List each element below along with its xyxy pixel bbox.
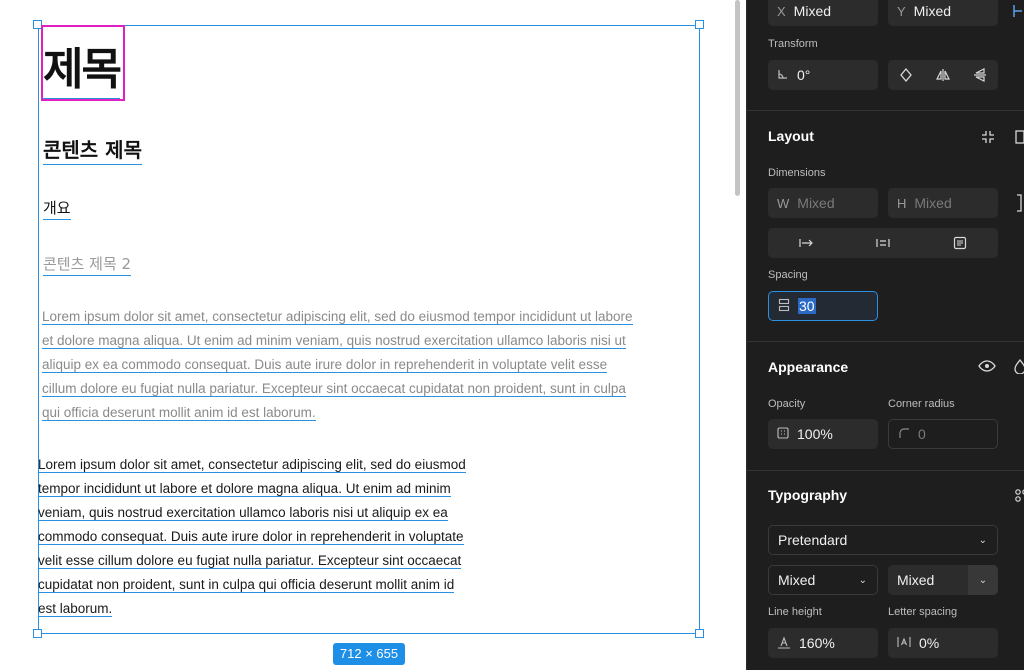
chevron-down-icon: ⌄ [858,574,867,586]
selection-size-label: 712 × 655 [333,643,405,665]
fixed-width-icon[interactable] [768,228,845,258]
typography-section-title: Typography [768,487,848,503]
letter-spacing-value: 0% [919,635,940,651]
hug-contents-icon[interactable] [845,228,922,258]
x-value: Mixed [793,3,832,19]
height-value: Mixed [914,195,952,211]
text-styles-icon[interactable] [1013,486,1024,504]
text-line: velit esse cillum dolore eu fugiat nulla… [38,553,462,569]
font-size-select[interactable]: Mixed ⌄ [888,565,998,595]
layout-section-title: Layout [768,128,814,144]
transform-actions [888,60,998,90]
line-height-value: 160% [799,635,835,651]
font-family-select[interactable]: Pretendard ⌄ [768,525,998,555]
font-size-value: Mixed [897,572,935,588]
text-line: cupidatat non proident, sunt in culpa qu… [38,577,455,593]
corner-radius-field[interactable]: 0 [888,419,998,449]
chevron-down-icon[interactable]: ⌄ [968,565,998,595]
blend-mode-icon[interactable] [1013,357,1024,375]
resize-handle-bottom-left[interactable] [33,629,42,638]
constraints-icon[interactable] [1011,2,1024,20]
angle-icon [777,68,789,83]
corner-radius-label: Corner radius [888,398,955,410]
heading-overview[interactable]: 개요 [43,197,71,220]
text-line: Lorem ipsum dolor sit amet, consectetur … [42,309,633,325]
height-prefix: H [897,195,907,211]
text-line: Lorem ipsum dolor sit amet, consectetur … [38,457,466,473]
width-field[interactable]: W Mixed [768,188,878,218]
appearance-section-title: Appearance [768,359,849,375]
spacing-field[interactable]: 30 [768,291,878,321]
flip-horizontal-icon[interactable] [925,60,962,90]
opacity-icon [777,426,789,442]
text-line: et dolore magna aliqua. Ut enim ad minim… [42,333,626,349]
text-wrap-icon[interactable] [921,228,998,258]
heading-content-title[interactable]: 콘텐츠 제목 [43,134,142,165]
text-line: qui officia deserunt mollit anim id est … [42,405,316,421]
letter-spacing-icon [897,635,911,652]
letter-spacing-label: Letter spacing [888,606,958,618]
rotation-field[interactable]: 0° [768,60,878,90]
resize-handle-top-right[interactable] [695,20,704,29]
width-prefix: W [777,195,790,211]
font-weight-value: Mixed [778,572,816,588]
eye-icon[interactable] [977,357,997,375]
line-height-label: Line height [768,606,822,618]
section-divider [747,341,1024,342]
opacity-field[interactable]: 100% [768,419,878,449]
y-position-field[interactable]: Y Mixed [888,0,998,26]
corner-radius-value: 0 [918,426,926,442]
y-value: Mixed [913,3,952,19]
chevron-down-icon: ⌄ [978,534,987,546]
font-family-value: Pretendard [778,532,848,548]
transform-label: Transform [768,38,818,50]
line-height-field[interactable]: 160% [768,628,878,658]
collapse-icon[interactable] [979,128,997,146]
dimensions-label: Dimensions [768,167,826,179]
flip-vertical-icon[interactable] [961,60,998,90]
x-prefix: X [777,3,786,19]
rotation-value: 0° [797,67,811,83]
properties-panel: X Mixed Y Mixed Transform 0° Layout Dime… [746,0,1024,670]
width-value: Mixed [797,195,835,211]
text-line: est laborum. [38,601,113,617]
heading-title[interactable]: 제목 [43,33,122,99]
paragraph-gray[interactable]: Lorem ipsum dolor sit amet, consectetur … [42,305,633,425]
text-line: cillum dolore eu fugiat nulla pariatur. … [42,381,626,397]
opacity-value: 100% [797,426,833,442]
spacing-value: 30 [798,298,816,314]
spacing-label: Spacing [768,269,808,281]
y-prefix: Y [897,3,906,19]
heading-content-title-2[interactable]: 콘텐츠 제목 2 [43,253,132,276]
rotate-icon[interactable] [888,60,925,90]
font-weight-select[interactable]: Mixed ⌄ [768,565,878,595]
section-divider [747,470,1024,471]
constrain-proportions-icon[interactable] [1013,193,1024,213]
section-divider [747,110,1024,111]
text-line: aliquip ex ea commodo consequat. Duis au… [42,357,608,373]
text-line: veniam, quis nostrud exercitation ullamc… [38,505,448,521]
line-height-icon [777,635,791,652]
text-line: tempor incididunt ut labore et dolore ma… [38,481,451,497]
design-canvas[interactable]: 제목 콘텐츠 제목 개요 콘텐츠 제목 2 Lorem ipsum dolor … [0,0,746,670]
text-line: commodo consequat. Duis aute irure dolor… [38,529,464,545]
opacity-label: Opacity [768,398,806,410]
paragraph-body[interactable]: Lorem ipsum dolor sit amet, consectetur … [38,453,466,621]
resize-handle-bottom-right[interactable] [695,629,704,638]
layout-options-icon[interactable] [1013,128,1024,146]
canvas-scrollbar[interactable] [735,0,740,196]
letter-spacing-field[interactable]: 0% [888,628,998,658]
height-field[interactable]: H Mixed [888,188,998,218]
resizing-options [768,228,998,258]
x-position-field[interactable]: X Mixed [768,0,878,26]
vertical-spacing-icon [778,298,790,315]
corner-radius-icon [898,427,910,442]
